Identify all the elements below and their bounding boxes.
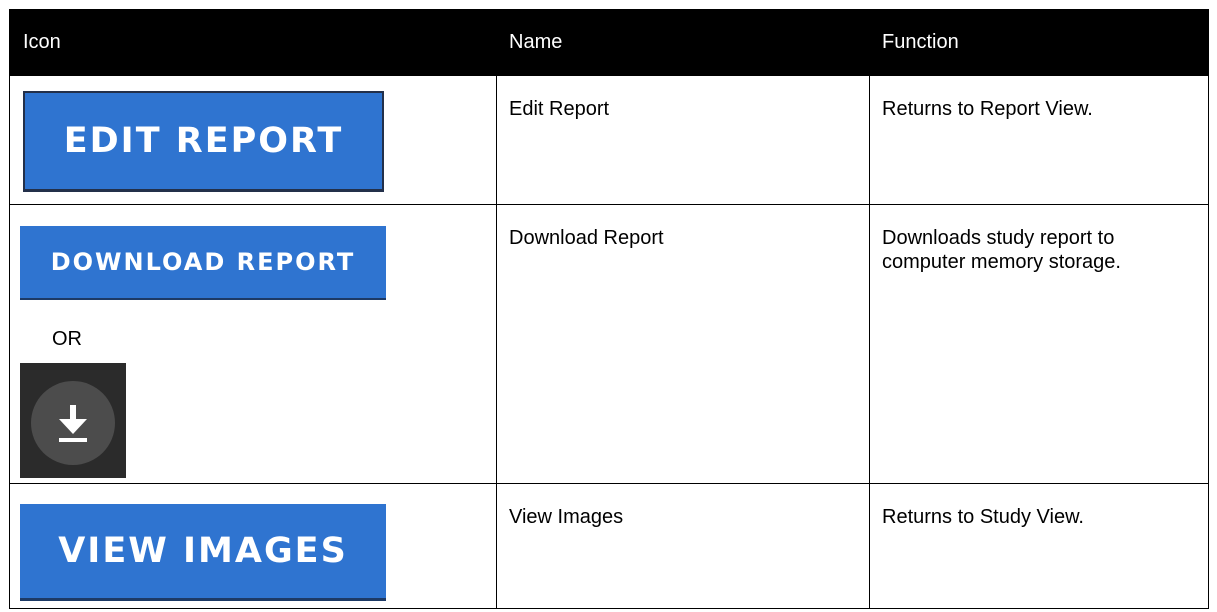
- table-border-right: [1208, 9, 1209, 609]
- or-text: OR: [52, 328, 82, 350]
- view-images-button-label: VIEW IMAGES: [58, 531, 348, 571]
- row-download-report-function-line1: Downloads study report to: [882, 227, 1115, 249]
- row-edit-report-function: Returns to Report View.: [882, 98, 1093, 120]
- header-name: Name: [509, 31, 563, 53]
- row-download-report-function-line2: computer memory storage.: [882, 251, 1121, 273]
- download-icon-button[interactable]: [20, 363, 126, 478]
- column-divider-1: [496, 76, 497, 609]
- download-report-button-label: DOWNLOAD REPORT: [50, 248, 356, 276]
- row-view-images-name: View Images: [509, 506, 624, 528]
- column-divider-2: [869, 76, 870, 609]
- header-function: Function: [882, 31, 959, 53]
- row-edit-report-name: Edit Report: [509, 98, 610, 120]
- row-view-images-function: Returns to Study View.: [882, 506, 1084, 528]
- download-icon: [59, 405, 87, 442]
- edit-report-button-label: EDIT REPORT: [63, 121, 344, 161]
- row-divider-1: [9, 204, 1209, 205]
- table-header-row: Icon Name Function: [9, 9, 1209, 76]
- download-report-button[interactable]: DOWNLOAD REPORT: [20, 226, 386, 300]
- download-icon-circle: [31, 381, 115, 465]
- row-divider-2: [9, 483, 1209, 484]
- icon-reference-table: Icon Name Function EDIT REPORT Edit Repo…: [9, 9, 1209, 609]
- table-border-bottom: [9, 608, 1209, 609]
- edit-report-button[interactable]: EDIT REPORT: [23, 91, 384, 192]
- view-images-button[interactable]: VIEW IMAGES: [20, 504, 386, 601]
- row-download-report-name: Download Report: [509, 227, 664, 249]
- header-icon: Icon: [23, 31, 61, 53]
- table-border-left: [9, 9, 10, 609]
